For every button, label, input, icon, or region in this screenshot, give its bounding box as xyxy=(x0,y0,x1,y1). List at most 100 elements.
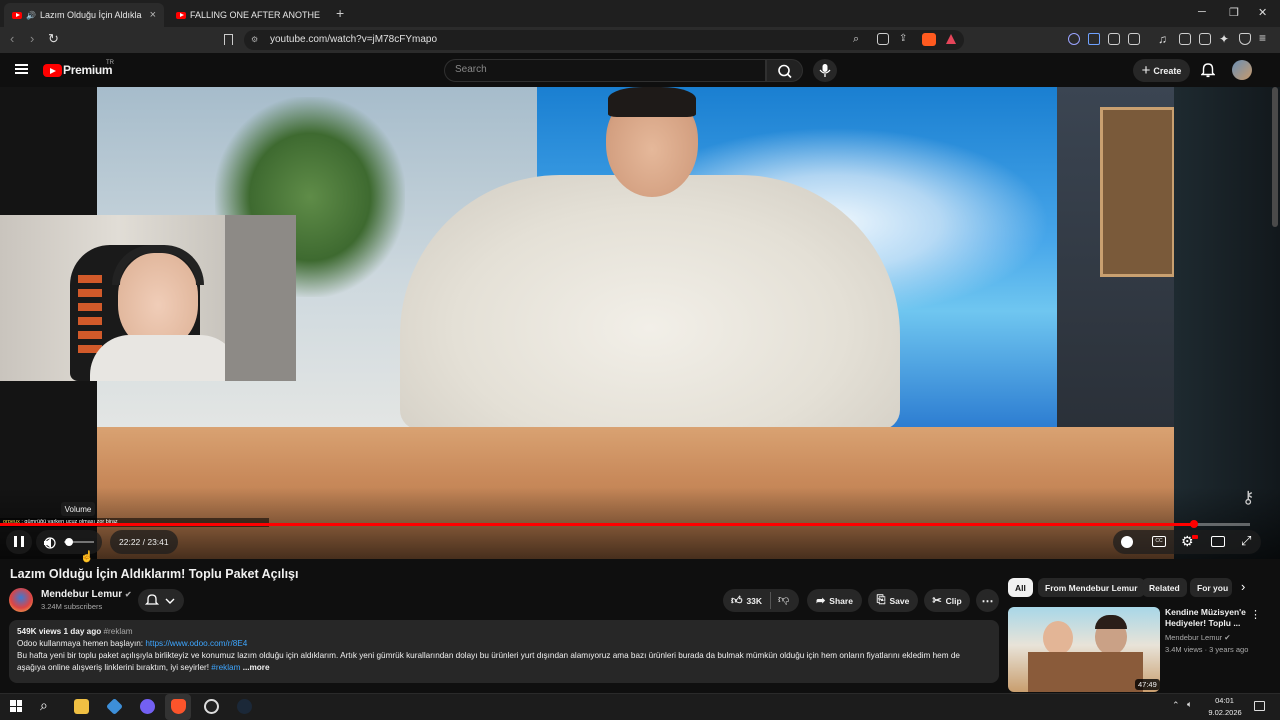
sidebar-toggle-icon[interactable] xyxy=(1179,33,1191,45)
channel-watermark-icon[interactable]: ⚷ xyxy=(1242,488,1254,508)
minimize-button[interactable]: ─ xyxy=(1198,6,1206,18)
zoom-icon[interactable]: ⌕ xyxy=(853,33,859,46)
show-more-link[interactable]: ...more xyxy=(243,663,270,672)
subscription-bell-button[interactable] xyxy=(138,589,184,612)
youtube-premium-label[interactable]: Premium xyxy=(63,63,113,77)
channel-name[interactable]: Mendebur Lemur ✔ xyxy=(41,589,132,600)
chips-next-icon[interactable]: › xyxy=(1241,579,1245,594)
restore-button[interactable]: ❐ xyxy=(1229,6,1239,19)
desc-line-2: Bu hafta yeni bir toplu paket açılışıyla… xyxy=(17,651,960,660)
close-tab-icon[interactable]: × xyxy=(150,9,156,21)
webcam-person-shirt xyxy=(90,335,240,381)
bell-icon xyxy=(1200,63,1216,78)
share-button[interactable]: ➦ Share xyxy=(807,589,862,612)
pause-icon[interactable] xyxy=(14,536,24,547)
theater-mode-icon[interactable] xyxy=(1211,536,1225,547)
autoplay-toggle-icon[interactable] xyxy=(1121,536,1133,548)
speaker-icon[interactable]: 🔈︎ xyxy=(1187,699,1192,710)
file-explorer-icon[interactable] xyxy=(74,699,89,714)
wallet-icon[interactable] xyxy=(1199,33,1211,45)
taskbar-date[interactable]: 9.02.2026 xyxy=(1207,708,1243,717)
close-window-button[interactable]: ✕ xyxy=(1258,6,1267,19)
vpn-shield-icon[interactable] xyxy=(1239,33,1251,45)
rec-channel-text[interactable]: Mendebur Lemur xyxy=(1165,633,1222,642)
notifications-button[interactable] xyxy=(1200,62,1216,83)
cast-icon[interactable] xyxy=(877,33,889,45)
progress-scrubber-handle[interactable] xyxy=(1189,520,1198,528)
leo-ai-icon[interactable]: ✦ xyxy=(1219,32,1229,46)
plus-icon: + xyxy=(1141,62,1151,79)
volume-slider-handle[interactable] xyxy=(64,538,73,546)
more-horizontal-icon: ⋯ xyxy=(981,593,994,608)
taskbar-search-icon[interactable]: ⌕ xyxy=(40,697,48,714)
brave-rewards-icon[interactable] xyxy=(946,34,956,44)
search-input[interactable] xyxy=(444,59,766,82)
tab-title: FALLING ONE AFTER ANOTHER | 55n xyxy=(190,10,320,20)
subtitles-icon[interactable]: CC xyxy=(1152,536,1166,547)
voice-search-button[interactable] xyxy=(813,59,837,82)
thumb-table xyxy=(1028,652,1143,692)
obs-icon[interactable] xyxy=(204,699,219,714)
like-divider xyxy=(770,592,771,609)
create-button[interactable]: + Create xyxy=(1133,59,1190,82)
extensions-puzzle-icon[interactable] xyxy=(1108,33,1120,45)
extension-icon[interactable] xyxy=(1068,33,1080,45)
youtube-favicon-icon xyxy=(12,11,22,19)
fullscreen-icon[interactable]: ⤢ xyxy=(1241,533,1251,549)
page-scrollbar[interactable] xyxy=(1272,87,1278,227)
menu-icon[interactable]: ≡ xyxy=(1259,31,1266,45)
audio-playing-icon[interactable]: 🔊 xyxy=(26,11,36,20)
forward-icon[interactable]: › xyxy=(30,31,34,46)
clip-button[interactable]: ✂ Clip xyxy=(924,589,970,612)
recommended-channel[interactable]: Mendebur Lemur ✔ xyxy=(1165,633,1231,642)
chip-related[interactable]: Related xyxy=(1142,578,1187,597)
recommended-title[interactable]: Kendine Müzisyen'e Hediyeler! Toplu ... xyxy=(1165,607,1255,629)
video-description[interactable]: 549K views 1 day ago #reklam Odoo kullan… xyxy=(9,620,999,683)
start-menu-icon[interactable] xyxy=(10,700,22,712)
notification-center-icon[interactable] xyxy=(1254,701,1265,711)
thumbs-up-icon: 👍︎ xyxy=(730,595,743,607)
steam-icon[interactable] xyxy=(237,699,252,714)
tab-active[interactable]: 🔊 Lazım Olduğu İçin Aldıklarım! × xyxy=(4,3,164,27)
brave-shields-icon[interactable] xyxy=(922,33,936,46)
volume-button[interactable] xyxy=(43,536,57,554)
brave-browser-icon[interactable] xyxy=(171,699,186,714)
channel-name-text[interactable]: Mendebur Lemur xyxy=(41,589,122,600)
tab-inactive[interactable]: FALLING ONE AFTER ANOTHER | 55n xyxy=(168,3,328,27)
like-button[interactable]: 👍︎ 33K xyxy=(723,589,770,612)
chip-from-channel[interactable]: From Mendebur Lemur xyxy=(1038,578,1145,597)
chip-all[interactable]: All xyxy=(1008,578,1033,597)
bookmark-icon[interactable] xyxy=(224,34,233,45)
new-tab-button[interactable]: + xyxy=(336,5,344,21)
extension-icon[interactable] xyxy=(1128,33,1140,45)
music-icon[interactable]: ♫ xyxy=(1158,32,1167,46)
desc-hashtag-link[interactable]: #reklam xyxy=(211,663,240,672)
webcam-door xyxy=(225,215,296,381)
account-avatar[interactable] xyxy=(1232,60,1252,80)
extension-icon[interactable] xyxy=(1088,33,1100,45)
channel-avatar[interactable] xyxy=(9,588,33,612)
video-scene-shelf xyxy=(1100,107,1175,277)
site-info-icon[interactable]: ⚙ xyxy=(251,35,258,44)
tray-chevron-icon[interactable]: ⌃ xyxy=(1172,700,1180,711)
hashtag[interactable]: #reklam xyxy=(104,627,133,636)
hamburger-menu-icon[interactable] xyxy=(15,64,28,74)
save-button[interactable]: ⎘ Save xyxy=(868,589,918,612)
app-icon[interactable] xyxy=(140,699,155,714)
reload-icon[interactable]: ↻ xyxy=(48,31,59,47)
dislike-button[interactable]: 👎︎ xyxy=(778,593,789,606)
description-link[interactable]: https://www.odoo.com/r/8E4 xyxy=(145,639,247,648)
region-code: TR xyxy=(106,60,114,66)
chip-for-you[interactable]: For you xyxy=(1190,578,1232,597)
share-page-icon[interactable]: ⇪ xyxy=(899,33,907,44)
recommended-more-icon[interactable]: ⋮ xyxy=(1250,608,1261,621)
taskbar-time[interactable]: 04:01 xyxy=(1212,696,1237,705)
youtube-logo-icon[interactable] xyxy=(43,64,62,77)
more-actions-button[interactable]: ⋯ xyxy=(976,589,999,612)
back-icon[interactable]: ‹ xyxy=(10,31,14,46)
desc-line-1: Odoo kullanmaya hemen başlayın: https://… xyxy=(17,638,991,650)
search-button[interactable] xyxy=(766,59,803,82)
bell-icon xyxy=(144,594,175,605)
video-title: Lazım Olduğu İçin Aldıklarım! Toplu Pake… xyxy=(10,567,299,581)
url-text[interactable]: youtube.com/watch?v=jM78cFYmapo xyxy=(270,34,437,45)
